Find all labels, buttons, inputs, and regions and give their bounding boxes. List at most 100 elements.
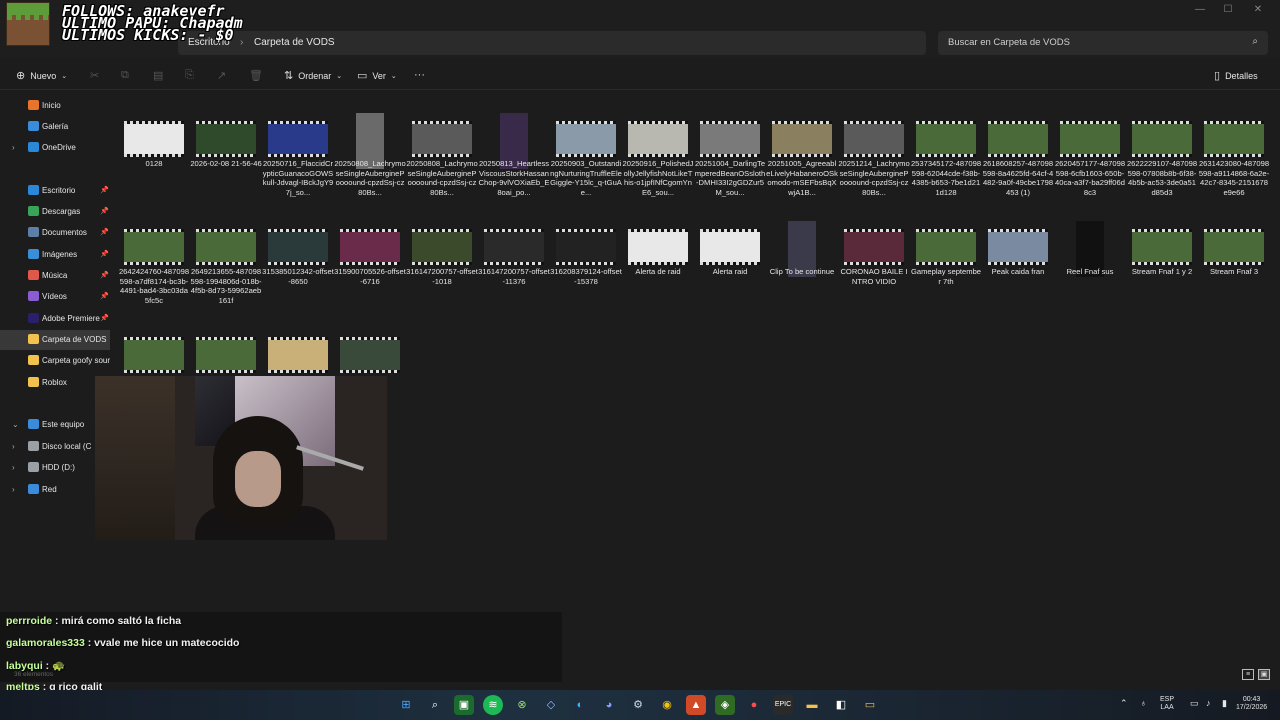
chat-emote: 🐢 (52, 660, 66, 672)
film-strip-icon (772, 121, 832, 124)
media-app-icon[interactable]: ◧ (831, 695, 851, 715)
nvidia-icon[interactable]: ◈ (715, 695, 735, 715)
sidebar-item-imágenes[interactable]: Imágenes 📌 (0, 245, 110, 265)
minimize-button[interactable]: — (1185, 4, 1215, 18)
details-view-icon[interactable]: ≡ (1242, 669, 1254, 680)
sidebar-item-este-equipo[interactable]: ⌄ Este equipo (0, 415, 110, 435)
spotify-icon[interactable]: ≋ (483, 695, 503, 715)
large-icons-view-icon[interactable]: ▣ (1258, 669, 1270, 680)
sort-label: Ordenar (298, 70, 332, 81)
film-strip-icon (1204, 121, 1264, 124)
file-name: 316147200757-offset-1018 (406, 267, 478, 286)
search-icon[interactable]: ⌕ (425, 695, 445, 715)
app-icon[interactable]: ◇ (541, 695, 561, 715)
file-name: CORONAO BAILE INTRO VIDIO (840, 267, 908, 286)
film-strip-icon (628, 229, 688, 232)
details-pane-icon: ▯ (1214, 70, 1221, 82)
keyboard-layout: LAA (1160, 704, 1174, 711)
share-button[interactable]: ↗ (217, 69, 226, 82)
xbox-icon[interactable]: ⊗ (512, 695, 532, 715)
film-strip-icon (988, 262, 1048, 265)
delete-button[interactable]: 🗑 (249, 69, 263, 82)
edge-icon[interactable]: ◐ (570, 695, 590, 715)
sidebar-item-label: Galería (42, 122, 69, 131)
sort-button[interactable]: ⇅ Ordenar ⌄ (284, 69, 342, 82)
maximize-button[interactable]: ☐ (1213, 4, 1243, 18)
sidebar-item-carpeta-goofy-sour[interactable]: Carpeta goofy sour (0, 351, 110, 371)
rename-icon: ⎘ (185, 69, 194, 81)
sidebar-item-disco-local-c[interactable]: › Disco local (C (0, 437, 110, 457)
file-name: Stream Fnaf 1 y 2 (1131, 267, 1193, 276)
cut-button[interactable]: ✂ (90, 69, 99, 82)
microphone-icon[interactable]: ♁ (1140, 699, 1147, 708)
chevron-right-icon[interactable]: › (12, 463, 15, 472)
film-strip-icon (484, 229, 544, 232)
minecraft-icon[interactable]: ▣ (454, 695, 474, 715)
file-explorer-icon[interactable]: ▬ (802, 695, 822, 715)
video-icon (28, 291, 39, 301)
copy-button[interactable]: ⧉ (121, 69, 129, 82)
image-icon (28, 249, 39, 259)
new-label: Nuevo (30, 70, 57, 81)
video-thumbnail (628, 121, 688, 157)
sidebar-item-onedrive[interactable]: › OneDrive (0, 138, 110, 158)
start-button-icon[interactable]: ⊞ (396, 695, 416, 715)
film-strip-icon (916, 121, 976, 124)
discord-icon[interactable]: ◕ (599, 695, 619, 715)
sidebar-item-carpeta-de-vods[interactable]: Carpeta de VODS (0, 330, 110, 350)
view-button[interactable]: ▭ Ver ⌄ (357, 69, 397, 82)
sidebar-item-escritorio[interactable]: Escritorio 📌 (0, 181, 110, 201)
sidebar-item-roblox[interactable]: Roblox (0, 373, 110, 393)
chevron-right-icon[interactable]: › (12, 485, 15, 494)
film-strip-icon (628, 262, 688, 265)
folder-icon (28, 355, 39, 365)
breadcrumb-carpeta[interactable]: Carpeta de VODS (254, 37, 335, 48)
film-strip-icon (916, 262, 976, 265)
video-thumbnail (1204, 121, 1264, 157)
volume-icon[interactable]: ♪ (1206, 699, 1211, 708)
steam-icon[interactable]: ⚙ (628, 695, 648, 715)
folder-icon[interactable]: ▭ (860, 695, 880, 715)
battery-icon[interactable]: ▮ (1222, 699, 1227, 708)
sidebar-item-galería[interactable]: Galería (0, 117, 110, 137)
more-options-button[interactable]: ··· (414, 69, 425, 81)
video-thumbnail (412, 121, 472, 157)
document-icon (28, 227, 39, 237)
search-box[interactable]: Buscar en Carpeta de VODS ⌕ (938, 31, 1268, 55)
tray-chevron-icon[interactable]: ⌃ (1120, 699, 1128, 708)
sidebar-item-inicio[interactable]: Inicio (0, 96, 110, 116)
rename-button[interactable]: ⎘ (185, 69, 194, 82)
sidebar-item-hdd-d-[interactable]: › HDD (D:) (0, 458, 110, 478)
epic-games-icon[interactable]: EPIC (773, 695, 793, 715)
folder-icon (28, 334, 39, 344)
sidebar-item-red[interactable]: › Red (0, 480, 110, 500)
clock[interactable]: 00:43 17/2/2026 (1236, 696, 1267, 712)
pin-icon: 📌 (100, 272, 109, 279)
sidebar-item-descargas[interactable]: Descargas 📌 (0, 202, 110, 222)
file-name: 20250808_LachrymoseSingleAuberginePoooou… (406, 159, 478, 197)
paste-button[interactable]: ▤ (153, 69, 163, 82)
game-launcher-icon[interactable]: ▲ (686, 695, 706, 715)
search-input[interactable]: Buscar en Carpeta de VODS (948, 37, 1070, 48)
sidebar-item-vídeos[interactable]: Vídeos 📌 (0, 287, 110, 307)
close-button[interactable]: ✕ (1243, 4, 1273, 18)
file-name: 315900705526-offset-6716 (334, 267, 406, 286)
chat-message: galamorales333 : vvale me hice un mateco… (6, 637, 240, 649)
obs-icon[interactable]: ● (744, 695, 764, 715)
chevron-right-icon[interactable]: › (12, 442, 15, 451)
pin-icon: 📌 (100, 229, 109, 236)
sidebar-item-documentos[interactable]: Documentos 📌 (0, 223, 110, 243)
chevron-down-icon[interactable]: ⌄ (12, 420, 19, 429)
sidebar-item-adobe-premiere[interactable]: Adobe Premiere 📌 (0, 309, 110, 329)
new-button[interactable]: ⊕ Nuevo ⌄ (16, 69, 67, 82)
network-icon[interactable]: ▭ (1190, 699, 1199, 708)
chrome-icon[interactable]: ◉ (657, 695, 677, 715)
language-indicator[interactable]: ESP LAA (1160, 696, 1174, 712)
film-strip-icon (556, 121, 616, 124)
details-button[interactable]: ▯ Detalles (1214, 69, 1258, 82)
chevron-right-icon[interactable]: › (12, 143, 15, 152)
film-strip-icon (412, 121, 472, 124)
sidebar-item-música[interactable]: Música 📌 (0, 266, 110, 286)
film-strip-icon (700, 121, 760, 124)
view-icon: ▭ (357, 70, 368, 82)
